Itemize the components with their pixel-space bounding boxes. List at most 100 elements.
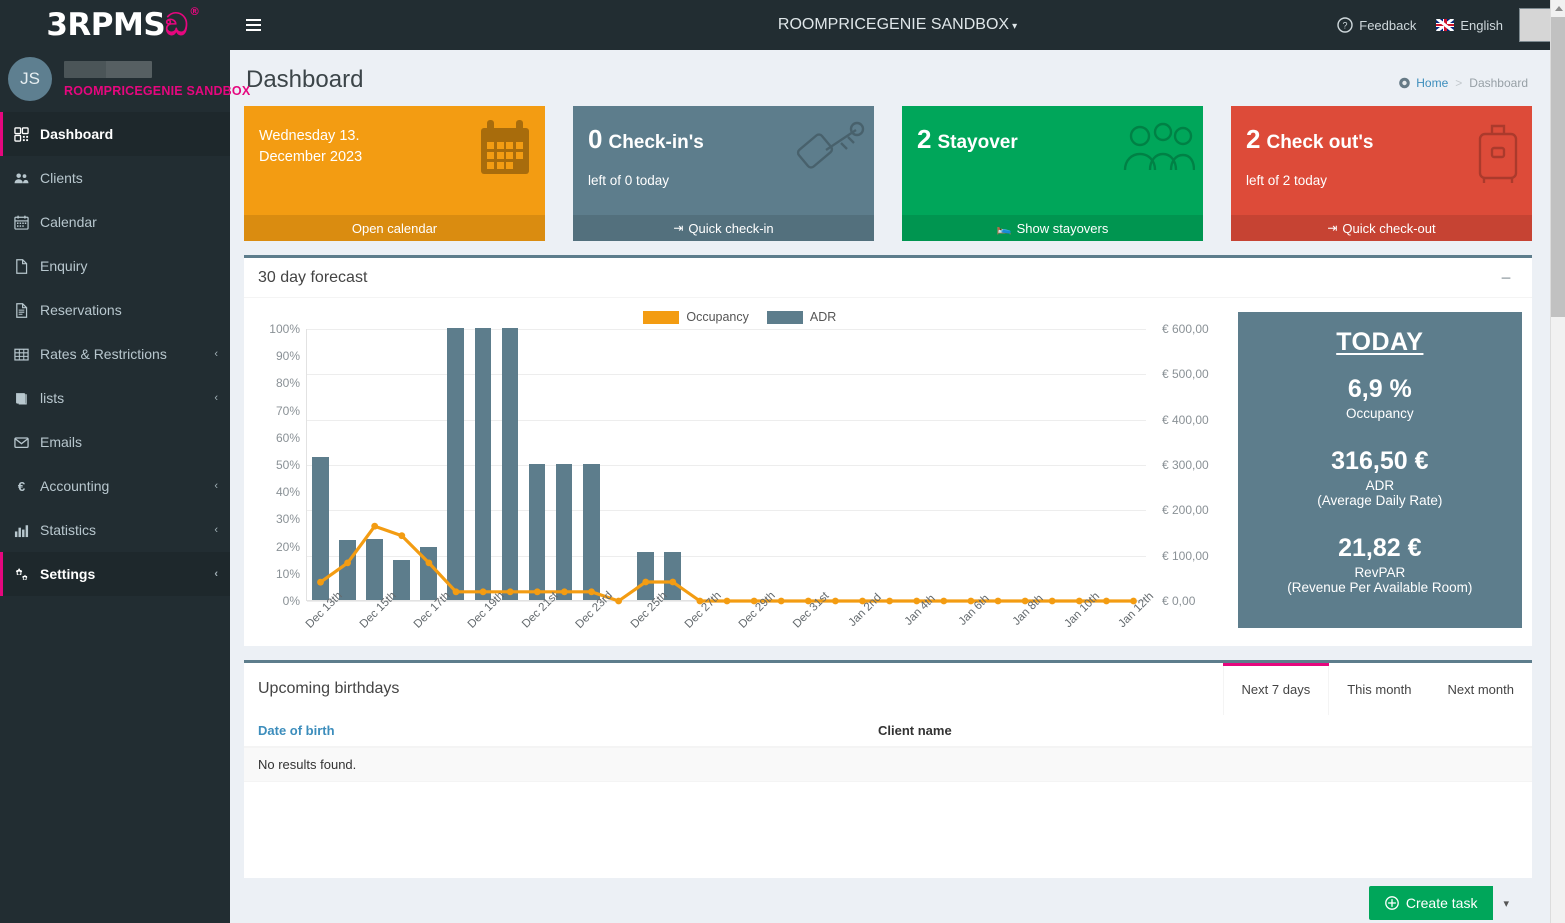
stat-card-title: Stayover <box>937 132 1017 153</box>
user-panel[interactable]: JS ROOMPRICEGENIE SANDBOX <box>0 50 230 108</box>
stat-card-action[interactable]: 🛌Show stayovers <box>902 215 1203 241</box>
sidebar-item-lists[interactable]: lists‹ <box>0 376 230 420</box>
brand-logo-text: 3RPMS <box>46 7 165 43</box>
sidebar-item-rates-restrictions[interactable]: Rates & Restrictions‹ <box>0 332 230 376</box>
stat-card-date-line2: December 2023 <box>259 147 530 168</box>
sidebar-item-enquiry[interactable]: Enquiry <box>0 244 230 288</box>
occupancy-point[interactable] <box>561 588 568 595</box>
y-tick-left: 30% <box>276 512 300 526</box>
x-slot: Jan 6th <box>956 602 983 662</box>
sidebar-item-emails[interactable]: Emails <box>0 420 230 464</box>
x-axis-labels: Dec 13thDec 15thDec 17thDec 19thDec 21st… <box>306 602 1146 662</box>
occupancy-point[interactable] <box>317 579 324 586</box>
x-slot: Dec 15th <box>360 602 387 662</box>
stat-card-check-out-s[interactable]: 2Check out'sleft of 2 today ⇥Quick check-… <box>1231 106 1532 241</box>
hamburger-icon[interactable] <box>230 0 276 50</box>
chevron-left-icon[interactable]: ‹ <box>214 568 218 580</box>
minus-icon[interactable]: − <box>1494 266 1518 290</box>
breadcrumb-home-link[interactable]: Home <box>1398 76 1448 90</box>
occupancy-point[interactable] <box>480 588 487 595</box>
sidebar-item-statistics[interactable]: Statistics‹ <box>0 508 230 552</box>
forecast-box: 30 day forecast − OccupancyADR 0%10%20%3… <box>244 255 1532 646</box>
file-icon <box>14 259 40 274</box>
create-task-dropdown-caret[interactable]: ▾ <box>1493 897 1519 910</box>
sidebar-item-calendar[interactable]: Calendar <box>0 200 230 244</box>
birthdays-spacer <box>244 782 1532 878</box>
x-slot <box>1038 602 1065 662</box>
stat-card-check-in-s[interactable]: 0Check-in'sleft of 0 today⇥Quick check-i… <box>573 106 874 241</box>
bed-icon: 🛌 <box>997 221 1012 235</box>
today-adr-sublabel: (Average Daily Rate) <box>1248 493 1512 508</box>
stat-card-action[interactable]: ⇥Quick check-in <box>573 215 874 241</box>
top-header: ROOMPRICEGENIE SANDBOX▾ ? Feedback Engli… <box>230 0 1565 50</box>
y-tick-right: € 500,00 <box>1162 367 1209 381</box>
column-client-name: Client name <box>864 715 1532 747</box>
scrollbar-thumb[interactable] <box>1551 17 1565 317</box>
x-slot <box>333 602 360 662</box>
sidebar-nav: DashboardClientsCalendarEnquiryReservati… <box>0 112 230 596</box>
legend-item-adr[interactable]: ADR <box>767 310 836 324</box>
x-slot <box>821 602 848 662</box>
stat-card-stayover[interactable]: 2 Stayover 🛌Show stayovers <box>902 106 1203 241</box>
chevron-left-icon[interactable]: ‹ <box>214 524 218 536</box>
occupancy-point[interactable] <box>507 588 514 595</box>
tab-next-7-days[interactable]: Next 7 days <box>1223 663 1330 715</box>
sidebar-item-reservations[interactable]: Reservations <box>0 288 230 332</box>
create-task-button[interactable]: Create task <box>1369 886 1494 920</box>
sidebar-item-clients[interactable]: Clients <box>0 156 230 200</box>
occupancy-point[interactable] <box>371 523 378 530</box>
occupancy-point[interactable] <box>642 579 649 586</box>
main-content: Dashboard Home > Dashboard Wednesday 13.… <box>230 50 1550 923</box>
y-tick-left: 0% <box>283 594 300 608</box>
stat-card-body: 2 Stayover <box>902 106 1203 153</box>
column-date-of-birth[interactable]: Date of birth <box>244 715 864 747</box>
brand-logo[interactable]: 3RPMSඞ® <box>0 0 230 50</box>
x-slot: Jan 12th <box>1119 602 1146 662</box>
x-slot: Dec 29th <box>740 602 767 662</box>
stat-card-subtitle: left of 0 today <box>588 173 859 188</box>
svg-text:?: ? <box>1343 21 1348 31</box>
bar-chart-icon <box>14 523 40 538</box>
today-revpar-value: 21,82 € <box>1248 534 1512 563</box>
stat-card-action[interactable]: ⇥Quick check-out <box>1231 215 1532 241</box>
stat-card-date[interactable]: Wednesday 13.December 2023Open calendar <box>244 106 545 241</box>
tab-next-month[interactable]: Next month <box>1430 663 1532 715</box>
language-selector[interactable]: English <box>1426 0 1513 50</box>
occupancy-point[interactable] <box>453 588 460 595</box>
occupancy-line-series <box>307 329 1147 601</box>
occupancy-point[interactable] <box>426 560 433 567</box>
occupancy-point[interactable] <box>534 588 541 595</box>
feedback-button[interactable]: ? Feedback <box>1327 0 1426 50</box>
scroll-up-arrow-icon[interactable] <box>1551 0 1565 16</box>
stat-card-number: 2 <box>917 124 931 154</box>
birthdays-tabs: Next 7 daysThis monthNext month <box>1223 663 1532 715</box>
occupancy-point[interactable] <box>669 579 676 586</box>
chevron-left-icon[interactable]: ‹ <box>214 348 218 360</box>
sidebar-item-dashboard[interactable]: Dashboard <box>0 112 230 156</box>
y-tick-right: € 100,00 <box>1162 549 1209 563</box>
y-tick-left: 60% <box>276 431 300 445</box>
chevron-left-icon[interactable]: ‹ <box>214 392 218 404</box>
question-circle-icon: ? <box>1337 17 1353 33</box>
table-icon <box>14 347 40 362</box>
occupancy-point[interactable] <box>344 560 351 567</box>
legend-item-occupancy[interactable]: Occupancy <box>643 310 749 324</box>
legend-swatch <box>767 311 803 324</box>
envelope-icon <box>14 435 40 450</box>
sidebar-item-accounting[interactable]: €Accounting‹ <box>0 464 230 508</box>
chevron-left-icon[interactable]: ‹ <box>214 480 218 492</box>
x-slot <box>658 602 685 662</box>
forecast-box-title: 30 day forecast <box>258 269 367 287</box>
stat-card-body: 2Check out'sleft of 2 today <box>1231 106 1532 188</box>
occupancy-point[interactable] <box>398 532 405 539</box>
occupancy-point[interactable] <box>588 588 595 595</box>
sidebar-item-settings[interactable]: Settings‹ <box>0 552 230 596</box>
x-slot: Jan 2nd <box>848 602 875 662</box>
stat-card-action[interactable]: Open calendar <box>244 215 545 241</box>
chevron-down-icon[interactable]: ▾ <box>1012 21 1017 32</box>
birthdays-table-header-row: Date of birth Client name <box>244 715 1532 747</box>
page-scrollbar[interactable] <box>1550 0 1565 923</box>
x-slot <box>875 602 902 662</box>
today-occupancy-label: Occupancy <box>1248 406 1512 421</box>
tab-this-month[interactable]: This month <box>1329 663 1429 715</box>
